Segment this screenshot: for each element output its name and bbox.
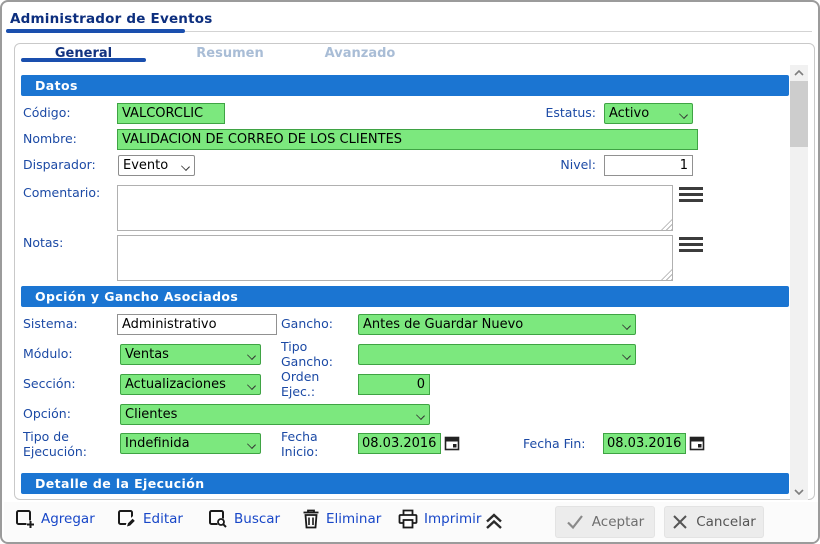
add-document-icon: [14, 508, 36, 530]
tipo-ejecucion-value: Indefinida: [125, 436, 243, 451]
tipo-ejecucion-select[interactable]: Indefinida: [120, 433, 261, 454]
chevron-down-icon: [622, 322, 631, 328]
edit-icon: [116, 508, 138, 530]
opcion-select[interactable]: Clientes: [120, 404, 430, 425]
vertical-scrollbar[interactable]: [790, 65, 808, 500]
bottom-toolbar: Agregar Editar Buscar: [4, 502, 818, 542]
gancho-label: Gancho:: [281, 317, 351, 332]
fecha-inicio-input[interactable]: [358, 433, 441, 454]
chevron-down-icon: [679, 111, 688, 117]
disparador-select[interactable]: Evento: [118, 155, 195, 176]
codigo-input[interactable]: [117, 103, 225, 124]
printer-icon: [397, 508, 419, 530]
modulo-select[interactable]: Ventas: [120, 344, 261, 365]
check-icon: [566, 514, 584, 530]
disparador-label: Disparador:: [23, 158, 96, 173]
section-header-detalle: Detalle de la Ejecución: [21, 473, 789, 494]
opcion-label: Opción:: [23, 407, 71, 422]
comentario-label: Comentario:: [23, 186, 100, 201]
aceptar-label: Aceptar: [592, 514, 644, 530]
estatus-select[interactable]: Activo: [604, 103, 693, 124]
editar-button[interactable]: Editar: [116, 508, 183, 530]
title-underline: [6, 29, 185, 33]
tipo-gancho-label: Tipo Gancho:: [281, 340, 341, 370]
tab-general-underline: [21, 58, 146, 62]
buscar-button[interactable]: Buscar: [207, 508, 280, 530]
orden-ejec-label: Orden Ejec.:: [281, 370, 341, 400]
fecha-fin-input[interactable]: [603, 433, 686, 454]
scrollbar-thumb[interactable]: [790, 81, 808, 147]
comentario-expand-icon[interactable]: [679, 187, 703, 207]
chevron-down-icon: [416, 412, 425, 418]
comentario-textarea[interactable]: [117, 185, 673, 231]
estatus-label: Estatus:: [496, 106, 596, 121]
orden-ejec-input[interactable]: [358, 374, 430, 395]
trash-icon: [301, 508, 321, 530]
buscar-label: Buscar: [234, 511, 280, 527]
tipo-ejecucion-label: Tipo de Ejecución:: [23, 430, 113, 460]
notas-textarea[interactable]: [117, 235, 673, 281]
codigo-label: Código:: [23, 106, 71, 121]
scroll-up-arrow-icon[interactable]: [790, 65, 808, 81]
scroll-down-arrow-icon[interactable]: [790, 484, 808, 500]
collapse-toolbar-button[interactable]: [482, 510, 506, 535]
imprimir-button[interactable]: Imprimir: [397, 508, 481, 530]
form-scroll-content: Datos Código: Estatus: Activo Nombre: Di…: [16, 65, 796, 500]
seccion-label: Sección:: [23, 377, 76, 392]
modulo-value: Ventas: [125, 347, 243, 362]
tab-resumen[interactable]: Resumen: [155, 46, 305, 60]
search-icon: [207, 508, 229, 530]
disparador-value: Evento: [123, 158, 177, 173]
eliminar-label: Eliminar: [326, 511, 381, 527]
agregar-label: Agregar: [41, 511, 95, 527]
estatus-value: Activo: [609, 106, 675, 121]
cancelar-label: Cancelar: [696, 514, 756, 530]
sistema-input[interactable]: [117, 314, 277, 335]
window-title: Administrador de Eventos: [10, 11, 212, 27]
event-admin-window: Administrador de Eventos General Resumen…: [0, 0, 820, 544]
tipo-gancho-select[interactable]: [358, 344, 636, 365]
gancho-select[interactable]: Antes de Guardar Nuevo: [358, 314, 636, 335]
fecha-fin-label: Fecha Fin:: [523, 437, 595, 452]
chevrons-up-icon: [482, 510, 506, 532]
chevron-down-icon: [181, 163, 190, 169]
tab-general[interactable]: General: [21, 46, 146, 60]
eliminar-button[interactable]: Eliminar: [301, 508, 381, 530]
cancelar-button[interactable]: Cancelar: [664, 506, 764, 538]
sistema-label: Sistema:: [23, 317, 78, 332]
opcion-value: Clientes: [125, 407, 412, 422]
gancho-value: Antes de Guardar Nuevo: [363, 317, 618, 332]
fecha-fin-calendar-icon[interactable]: [689, 435, 705, 452]
close-icon: [672, 514, 688, 530]
section-header-datos: Datos: [21, 75, 789, 96]
main-panel: General Resumen Avanzado Datos Código: E…: [14, 43, 815, 500]
nivel-input[interactable]: [604, 155, 693, 176]
nombre-input[interactable]: [117, 129, 698, 150]
notas-expand-icon[interactable]: [679, 237, 703, 257]
notas-label: Notas:: [23, 236, 63, 251]
editar-label: Editar: [143, 511, 183, 527]
section-header-gancho: Opción y Gancho Asociados: [21, 286, 789, 307]
chevron-down-icon: [247, 441, 256, 447]
agregar-button[interactable]: Agregar: [14, 508, 95, 530]
imprimir-label: Imprimir: [424, 511, 481, 527]
modulo-label: Módulo:: [23, 347, 73, 362]
nombre-label: Nombre:: [23, 132, 77, 147]
tab-avanzado[interactable]: Avanzado: [285, 46, 435, 60]
chevron-down-icon: [622, 352, 631, 358]
fecha-inicio-calendar-icon[interactable]: [444, 435, 460, 452]
chevron-down-icon: [247, 382, 256, 388]
fecha-inicio-label: Fecha Inicio:: [281, 430, 341, 460]
seccion-select[interactable]: Actualizaciones: [120, 374, 261, 395]
aceptar-button[interactable]: Aceptar: [555, 506, 655, 538]
nivel-label: Nivel:: [496, 158, 596, 173]
seccion-value: Actualizaciones: [125, 377, 243, 392]
chevron-down-icon: [247, 352, 256, 358]
